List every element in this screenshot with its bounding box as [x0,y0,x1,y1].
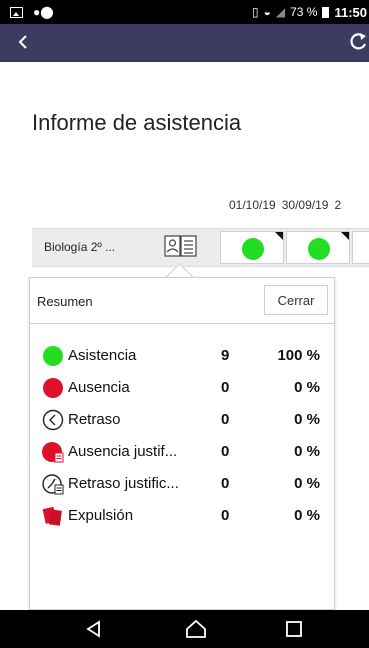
close-button[interactable]: Cerrar [264,285,328,315]
student-report-icon [164,235,197,257]
clock-time: 11:50 [334,4,367,20]
stat-row-retraso-justificado: Retraso justific... 0 0 % [30,473,334,497]
system-nav-bar [0,610,369,648]
battery-icon [322,6,330,18]
stat-count: 9 [221,347,230,364]
status-bar: ●⬤ ▯ ◒ ◢ 73 % 11:50 [0,0,369,24]
stat-label: Asistencia [68,347,137,364]
attendance-cell[interactable] [286,231,350,264]
battery-percent: 73 % [290,5,318,19]
date-column-2[interactable]: 30/09/19 [282,198,329,212]
back-button[interactable] [14,32,36,54]
stat-label: Retraso justific... [68,475,179,492]
stat-percent: 0 % [294,443,320,460]
stat-percent: 0 % [294,475,320,492]
popup-title: Resumen [37,294,93,309]
student-report-button[interactable] [164,235,197,257]
vibrate-icon: ▯ [252,5,259,19]
signal-icon: ◢ [275,5,286,19]
stat-row-expulsion: Expulsión 0 0 % [30,505,334,529]
stat-row-asistencia: Asistencia 9 100 % [30,345,334,369]
stat-row-retraso: Retraso 0 0 % [30,409,334,433]
stat-percent: 0 % [294,411,320,428]
stat-count: 0 [221,379,230,396]
green-dot-icon [43,346,63,366]
stat-percent: 0 % [294,379,320,396]
stat-percent: 0 % [294,507,320,524]
refresh-button[interactable] [347,30,369,56]
app-bar [0,24,369,62]
refresh-icon [350,33,367,50]
stat-label: Retraso [68,411,121,428]
nav-back-icon [86,620,100,638]
wifi-icon: ◒ [263,5,271,19]
stat-count: 0 [221,475,230,492]
nav-recents-button[interactable] [274,610,314,648]
student-name: Biología 2º ... [44,240,116,254]
stat-label: Ausencia [68,379,130,396]
red-dot-icon [43,378,63,398]
summary-popup: Resumen Cerrar Asistencia 9 100 % Ausenc… [29,277,335,610]
clock-document-icon [42,474,64,495]
page-title: Informe de asistencia [32,110,242,135]
share-notification-icon: ●⬤ [33,5,54,19]
corner-marker [341,232,349,240]
nav-back-button[interactable] [74,610,114,648]
attendance-cell[interactable] [220,231,284,264]
green-dot-icon [242,238,264,260]
stat-row-ausencia: Ausencia 0 0 % [30,377,334,401]
stat-count: 0 [221,507,230,524]
stat-count: 0 [221,443,230,460]
stat-count: 0 [221,411,230,428]
green-dot-icon [308,238,330,260]
stat-label: Expulsión [68,507,134,524]
nav-home-icon [186,619,206,638]
stat-label: Ausencia justif... [68,443,178,460]
image-notification-icon [10,6,23,18]
nav-recents-icon [286,621,302,637]
stat-row-ausencia-justificada: Ausencia justif... 0 0 % [30,441,334,465]
attendance-cell[interactable] [352,231,369,264]
corner-marker [275,232,283,240]
nav-home-button[interactable] [176,610,216,648]
chevron-left-icon [18,35,27,49]
red-dot-document-icon [42,442,64,463]
date-column-1[interactable]: 01/10/19 [229,198,276,212]
student-row: Biología 2º ... [32,228,369,267]
clock-left-icon [42,409,64,431]
popup-header: Resumen Cerrar [30,278,334,324]
red-cards-icon [42,506,62,526]
date-header: 01/10/19 30/09/19 2 [229,198,341,212]
date-column-3[interactable]: 2 [334,198,341,212]
stat-percent: 100 % [277,347,320,364]
